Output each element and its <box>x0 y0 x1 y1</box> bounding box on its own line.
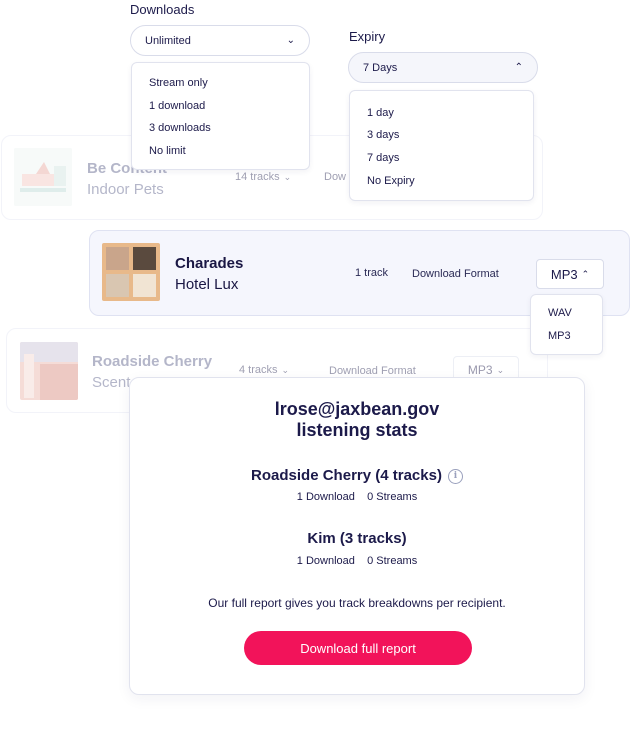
album-art-be-content <box>14 148 72 206</box>
downloads-option[interactable]: No limit <box>149 145 186 157</box>
expiry-option[interactable]: 7 days <box>367 152 399 164</box>
chevron-down-icon: ⌄ <box>496 364 505 375</box>
expiry-option[interactable]: No Expiry <box>367 175 415 187</box>
expiry-menu: 1 day 3 days 7 days No Expiry <box>349 90 534 201</box>
download-format-label: Download Format <box>412 268 499 280</box>
album-art-roadside-cherry <box>20 342 78 400</box>
chevron-down-icon: ⌄ <box>281 365 290 375</box>
track-artist: Indoor Pets <box>87 181 164 198</box>
downloads-menu: Stream only 1 download 3 downloads No li… <box>131 62 310 170</box>
downloads-selected-value: Unlimited <box>145 34 191 47</box>
download-format-label: Download Format <box>329 365 416 377</box>
stat-item-counts: 1 Download 0 Streams <box>296 491 418 503</box>
downloads-label: Downloads <box>130 2 195 17</box>
track-title: Roadside Cherry <box>92 353 213 370</box>
expiry-label: Expiry <box>349 29 386 44</box>
info-icon[interactable]: i <box>447 469 463 484</box>
stats-subtitle: listening stats <box>296 420 418 440</box>
stat-item-counts: 1 Download 0 Streams <box>296 555 418 567</box>
recipient-email: lrose@jaxbean.gov <box>274 399 440 419</box>
stat-item-title: Roadside Cherry (4 tracks) i <box>130 467 584 484</box>
track-artist: Hotel Lux <box>175 276 239 293</box>
downloads-select[interactable]: Unlimited ⌄ <box>130 25 310 56</box>
downloads-option[interactable]: 1 download <box>149 100 205 112</box>
track-count[interactable]: 14 tracks ⌄ <box>235 171 291 183</box>
track-artist: Scent <box>92 374 131 391</box>
chevron-up-icon: ⌃ <box>514 62 523 73</box>
stat-item-title: Kim (3 tracks) <box>307 530 407 547</box>
track-count: 1 track <box>355 267 389 279</box>
album-art-charades <box>102 243 160 301</box>
download-full-report-button[interactable]: Download full report <box>244 631 472 665</box>
downloads-option[interactable]: Stream only <box>149 77 208 89</box>
expiry-option[interactable]: 3 days <box>367 129 399 141</box>
download-format-select[interactable]: MP3 ⌃ <box>536 259 604 289</box>
track-count[interactable]: 4 tracks ⌄ <box>239 364 289 376</box>
download-format-menu: WAV MP3 <box>530 294 603 355</box>
format-option[interactable]: MP3 <box>548 330 571 342</box>
expiry-option[interactable]: 1 day <box>367 107 394 119</box>
chevron-down-icon: ⌄ <box>283 172 292 182</box>
track-title: Charades <box>175 255 244 272</box>
download-format-label: Dow <box>324 171 347 183</box>
listening-stats-panel: lrose@jaxbean.gov listening stats Roadsi… <box>129 377 585 695</box>
expiry-selected-value: 7 Days <box>363 61 398 74</box>
format-option[interactable]: WAV <box>548 307 572 319</box>
chevron-down-icon: ⌄ <box>286 35 295 46</box>
chevron-up-icon: ⌃ <box>581 268 590 279</box>
expiry-select[interactable]: 7 Days ⌃ <box>348 52 538 83</box>
downloads-option[interactable]: 3 downloads <box>149 122 211 134</box>
report-description: Our full report gives you track breakdow… <box>208 596 506 610</box>
